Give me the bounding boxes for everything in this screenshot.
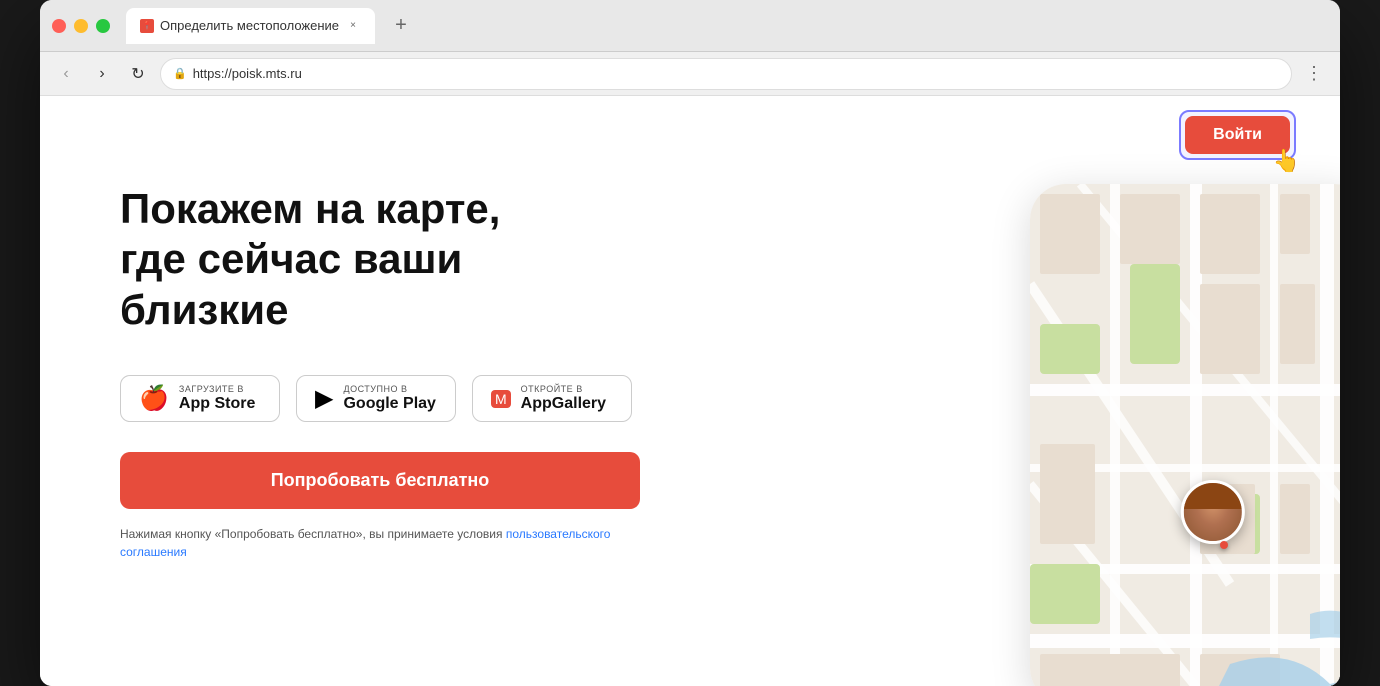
browser-menu-btn[interactable]: ⋮	[1300, 60, 1328, 88]
appstore-name: App Store	[179, 394, 255, 413]
refresh-btn[interactable]: ↻	[124, 60, 152, 88]
back-btn[interactable]: ‹	[52, 60, 80, 88]
page-content: Войти 👆 Покажем на карте, где сейчас ваш…	[40, 96, 1340, 686]
appstore-label: Загрузите в	[179, 384, 255, 394]
tab-close-btn[interactable]: ×	[345, 18, 361, 34]
gallery-icon: M	[491, 390, 511, 408]
disclaimer: Нажимая кнопку «Попробовать бесплатно», …	[120, 525, 640, 561]
tab-favicon: 📍	[140, 19, 154, 33]
try-free-button[interactable]: Попробовать бесплатно	[120, 452, 640, 509]
new-tab-btn[interactable]: +	[387, 12, 415, 40]
phone-frame	[1030, 184, 1340, 686]
googleplay-label: Доступно в	[343, 384, 435, 394]
apple-icon: 🍎	[139, 387, 169, 411]
lock-icon: 🔒	[173, 67, 187, 80]
forward-btn[interactable]: ›	[88, 60, 116, 88]
appgallery-label: Откройте в	[521, 384, 606, 394]
url-text: https://poisk.mts.ru	[193, 66, 302, 81]
googleplay-button[interactable]: ▶ Доступно в Google Play	[296, 375, 456, 422]
login-btn-wrapper: Войти 👆	[1185, 116, 1290, 154]
phone-map-illustration	[840, 174, 1340, 686]
googleplay-name: Google Play	[343, 394, 435, 413]
url-bar[interactable]: 🔒 https://poisk.mts.ru	[160, 58, 1292, 90]
close-traffic-light[interactable]	[52, 19, 66, 33]
googleplay-text: Доступно в Google Play	[343, 384, 435, 413]
tab-title: Определить местоположение	[160, 18, 339, 33]
titlebar: 📍 Определить местоположение × +	[40, 0, 1340, 52]
user-avatar-pin	[1181, 480, 1245, 544]
appgallery-name: AppGallery	[521, 394, 606, 413]
traffic-lights	[52, 19, 110, 33]
page-header: Войти 👆	[40, 96, 1340, 174]
play-icon: ▶	[315, 387, 333, 411]
location-dot	[1220, 541, 1228, 549]
addressbar: ‹ › ↻ 🔒 https://poisk.mts.ru ⋮	[40, 52, 1340, 96]
avatar-face	[1184, 483, 1242, 541]
appgallery-text: Откройте в AppGallery	[521, 384, 606, 413]
minimize-traffic-light[interactable]	[74, 19, 88, 33]
appstore-text: Загрузите в App Store	[179, 384, 255, 413]
hero-section: Покажем на карте, где сейчас ваши близки…	[40, 174, 1340, 601]
appstore-button[interactable]: 🍎 Загрузите в App Store	[120, 375, 280, 422]
appgallery-button[interactable]: M Откройте в AppGallery	[472, 375, 632, 422]
maximize-traffic-light[interactable]	[96, 19, 110, 33]
browser-tab[interactable]: 📍 Определить местоположение ×	[126, 8, 375, 44]
hero-title: Покажем на карте, где сейчас ваши близки…	[120, 184, 640, 335]
browser-window: 📍 Определить местоположение × + ‹ › ↻ 🔒 …	[40, 0, 1340, 686]
cursor-icon: 👆	[1273, 148, 1300, 174]
map-svg	[1030, 184, 1340, 686]
